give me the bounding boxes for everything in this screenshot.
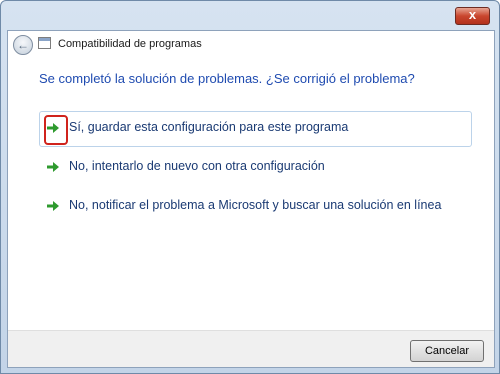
header-bar: ← Compatibilidad de programas [8, 31, 494, 55]
dialog-window: x ← Compatibilidad de programas Se compl… [0, 0, 500, 374]
green-arrow-icon [47, 162, 59, 172]
dialog-content: ← Compatibilidad de programas Se complet… [7, 30, 495, 368]
window-app-icon [38, 37, 51, 49]
option-label: No, intentarlo de nuevo con otra configu… [69, 159, 325, 173]
back-arrow-icon: ← [17, 38, 29, 52]
option-report-problem[interactable]: No, notificar el problema a Microsoft y … [39, 189, 472, 225]
footer-bar: Cancelar [8, 330, 494, 367]
option-save-settings[interactable]: Sí, guardar esta configuración para este… [39, 111, 472, 147]
back-button[interactable]: ← [13, 35, 33, 55]
highlight-box [44, 115, 68, 145]
question-heading: Se completó la solución de problemas. ¿S… [39, 71, 415, 86]
option-label: No, notificar el problema a Microsoft y … [69, 198, 442, 212]
green-arrow-icon [47, 201, 59, 211]
option-try-again[interactable]: No, intentarlo de nuevo con otra configu… [39, 150, 472, 186]
cancel-button[interactable]: Cancelar [410, 340, 484, 362]
close-button[interactable]: x [455, 7, 490, 25]
close-icon: x [468, 7, 477, 22]
option-label: Sí, guardar esta configuración para este… [69, 120, 349, 134]
window-title: Compatibilidad de programas [58, 38, 202, 50]
